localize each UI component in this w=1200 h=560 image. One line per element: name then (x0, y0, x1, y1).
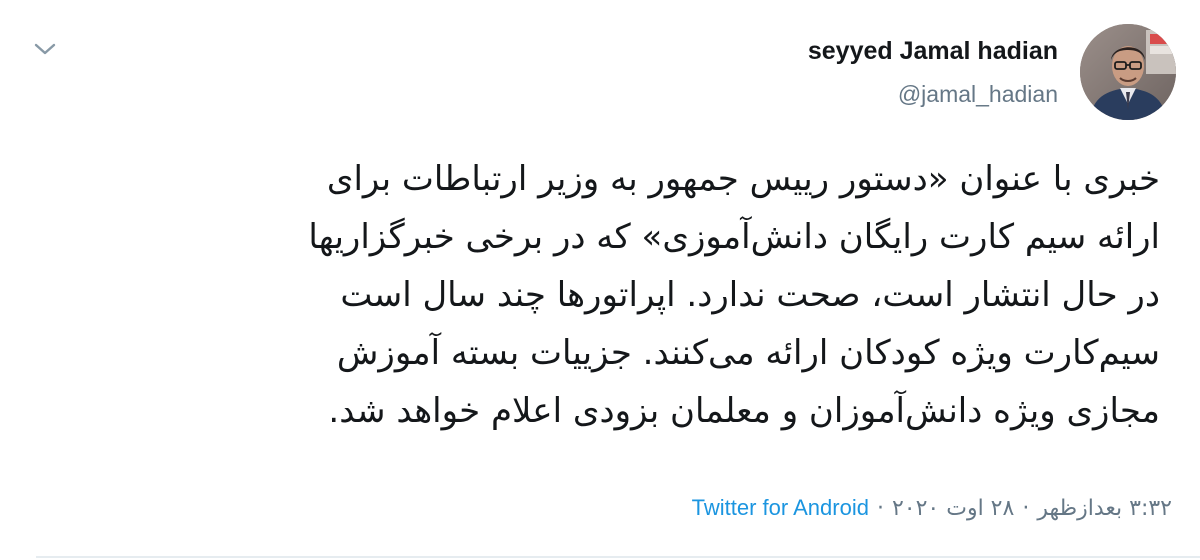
tweet-text-line: خبری با عنوان «دستور رییس جمهور به وزیر … (326, 159, 1160, 199)
display-name[interactable]: seyyed Jamal hadian (808, 36, 1058, 66)
tweet-text-line: مجازی ویژه دانش‌آموزان و معلمان بزودی اع… (328, 391, 1160, 431)
tweet-text: خبری با عنوان «دستور رییس جمهور به وزیر … (58, 150, 1160, 440)
meta-separator: · (1022, 496, 1030, 521)
tweet-card: seyyed Jamal hadian @jamal_hadian خبری ب… (0, 0, 1200, 560)
tweet-text-line: در حال انتشار است، صحت ندارد. اپراتورها … (340, 275, 1160, 315)
tweet-text-line: سیم‌کارت ویژه کودکان ارائه می‌کنند. جزیی… (336, 333, 1160, 373)
tweet-author[interactable]: seyyed Jamal hadian @jamal_hadian (808, 36, 1058, 108)
tweet-meta: ۳:۳۲ بعدازظهر · ۲۸ اوت ۲۰۲۰ · Twitter for An… (692, 493, 1172, 524)
tweet-text-line: ارائه سیم کارت رایگان دانش‌آموزی» که در … (308, 217, 1160, 257)
tweet-date[interactable]: ۲۸ اوت ۲۰۲۰ (892, 496, 1014, 521)
chevron-down-icon[interactable] (30, 34, 60, 64)
avatar[interactable] (1080, 24, 1176, 120)
tweet-source-link[interactable]: Twitter for Android (692, 495, 869, 520)
tweet-time[interactable]: ۳:۳۲ بعدازظهر (1037, 496, 1172, 521)
avatar-image (1080, 24, 1176, 120)
user-handle[interactable]: @jamal_hadian (808, 80, 1058, 108)
divider (36, 556, 1200, 558)
meta-separator: · (876, 496, 884, 521)
